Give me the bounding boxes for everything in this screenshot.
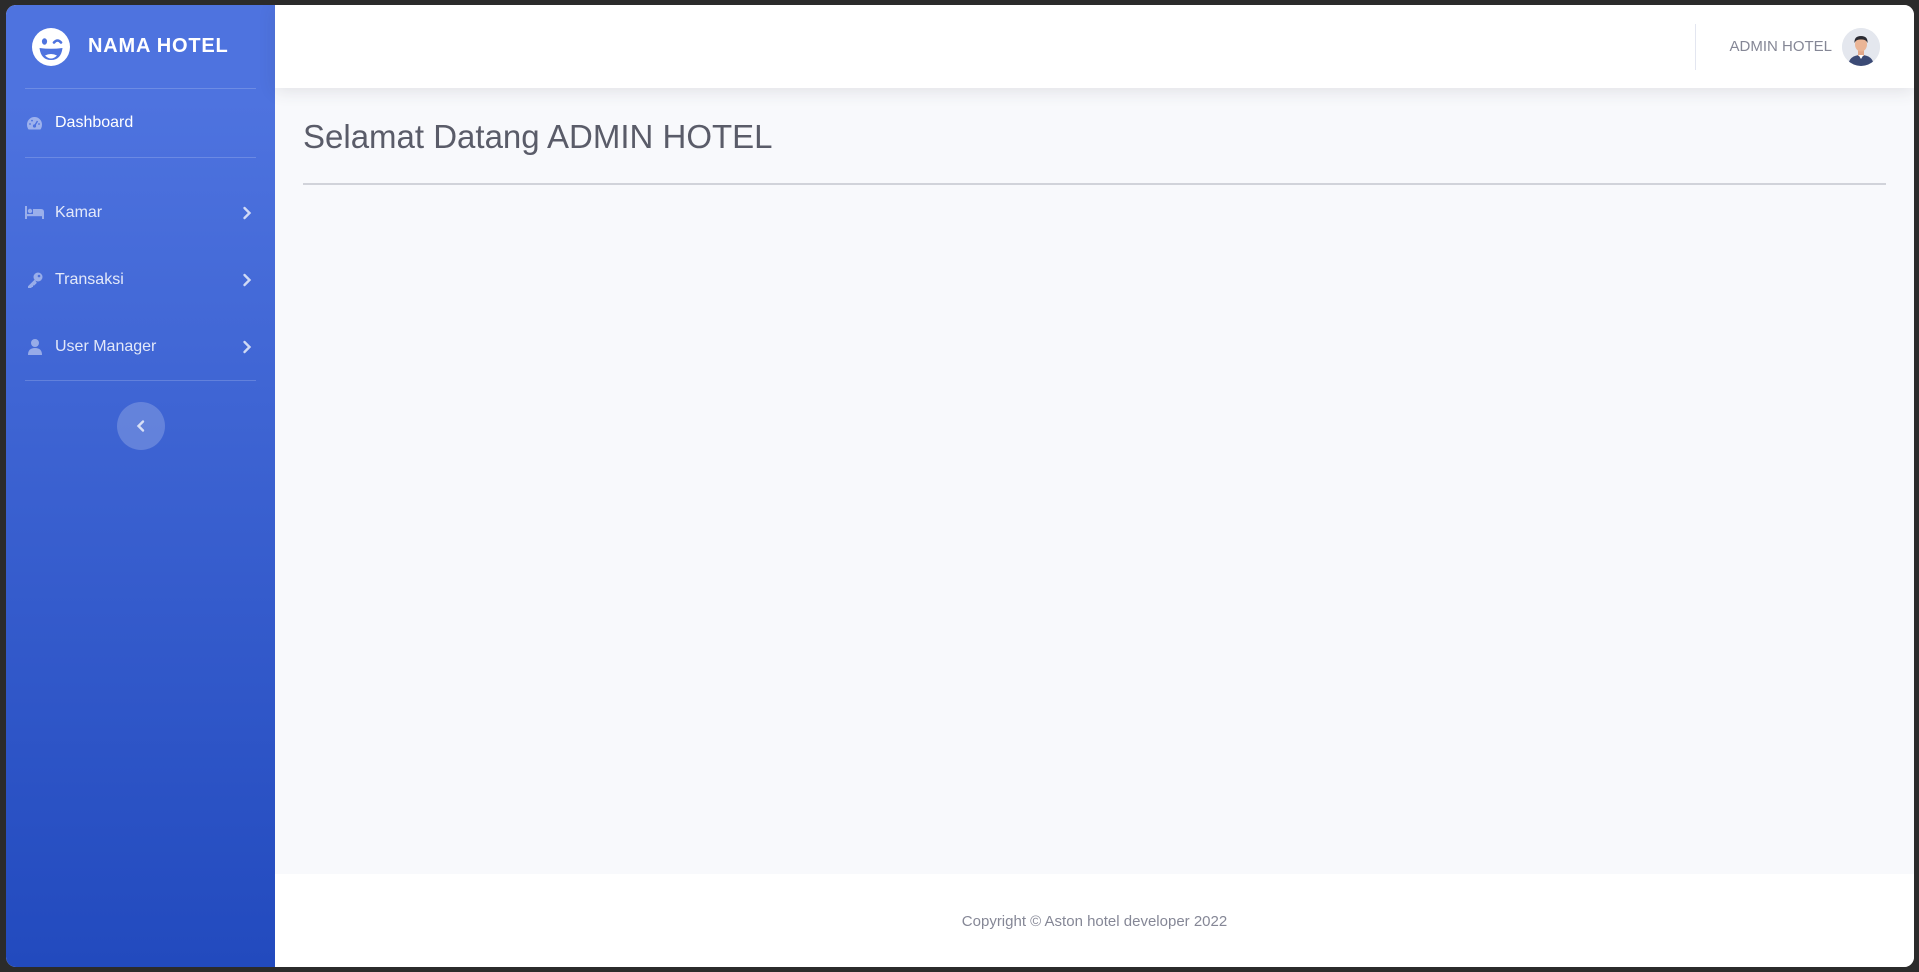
brand-name: NAMA HOTEL <box>88 35 229 57</box>
footer: Copyright © Aston hotel developer 2022 <box>275 874 1914 967</box>
title-divider <box>303 183 1886 185</box>
user-icon <box>25 337 44 356</box>
main-content: Selamat Datang ADMIN HOTEL <box>275 88 1914 874</box>
sidebar-toggle-wrap <box>6 402 275 450</box>
chevron-right-icon <box>243 273 252 286</box>
content-wrapper: ADMIN HOTEL Selamat Datang ADMIN HOTEL C… <box>275 5 1914 967</box>
sidebar-item-label: Dashboard <box>55 114 134 131</box>
user-name[interactable]: ADMIN HOTEL <box>1729 38 1832 55</box>
chevron-right-icon <box>243 340 252 353</box>
bed-icon <box>25 203 44 222</box>
key-icon <box>25 270 44 289</box>
chevron-right-icon <box>243 206 252 219</box>
sidebar: NAMA HOTEL Dashboard Kamar Transaksi Use… <box>6 5 275 967</box>
topbar: ADMIN HOTEL <box>275 5 1914 88</box>
page-title: Selamat Datang ADMIN HOTEL <box>303 118 773 155</box>
sidebar-item-label: Transaksi <box>55 270 124 288</box>
topbar-divider <box>1695 23 1697 70</box>
app-window: NAMA HOTEL Dashboard Kamar Transaksi Use… <box>6 5 1914 967</box>
laugh-wink-icon <box>31 27 71 67</box>
sidebar-item-label: User Manager <box>55 337 157 355</box>
sidebar-item-user-manager[interactable]: User Manager <box>6 313 275 380</box>
copyright-text: Copyright © Aston hotel developer 2022 <box>961 913 1228 930</box>
sidebar-toggle-button[interactable] <box>116 402 165 450</box>
chevron-left-icon <box>136 420 144 432</box>
sidebar-brand[interactable]: NAMA HOTEL <box>6 5 275 88</box>
sidebar-item-dashboard[interactable]: Dashboard <box>6 89 275 157</box>
user-avatar-icon[interactable] <box>1842 27 1880 66</box>
sidebar-item-kamar[interactable]: Kamar <box>6 179 275 246</box>
sidebar-item-label: Kamar <box>55 203 103 221</box>
sidebar-divider <box>25 380 256 381</box>
tachometer-icon <box>25 114 44 133</box>
sidebar-item-transaksi[interactable]: Transaksi <box>6 246 275 313</box>
